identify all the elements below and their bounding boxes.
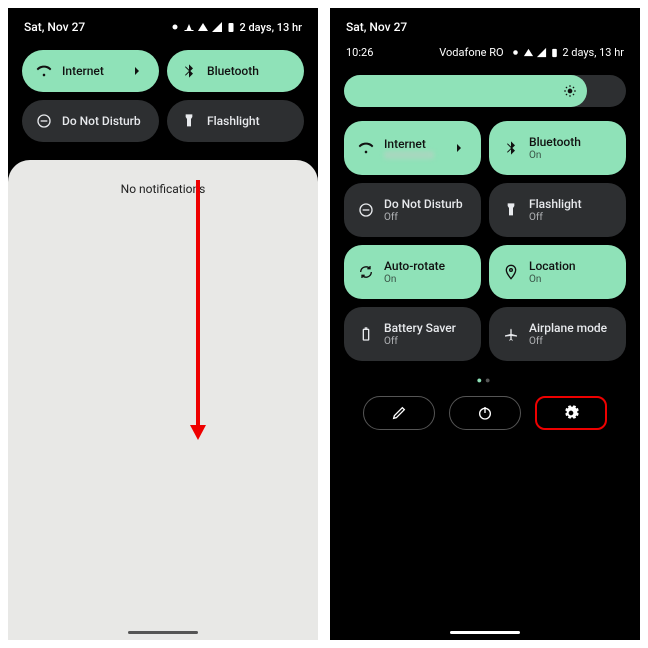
tile-sub: Off [529, 336, 607, 347]
tile-label: Internet [62, 64, 104, 78]
tile-label: Do Not Disturb [62, 114, 141, 128]
tile-flashlight[interactable]: FlashlightOff [489, 183, 626, 237]
status-time: 10:26 [346, 46, 373, 59]
tile-sub: On [384, 274, 445, 285]
tile-dnd[interactable]: Do Not DisturbOff [344, 183, 481, 237]
tile-sub: Off [384, 336, 456, 347]
tile-bluetooth[interactable]: BluetoothOn [489, 121, 626, 175]
ssid-blurred [384, 151, 434, 159]
dnd-icon [36, 113, 52, 129]
tile-label: Internet [384, 137, 434, 151]
power-icon [477, 405, 493, 421]
tile-label: Flashlight [529, 197, 582, 211]
tile-label: Auto-rotate [384, 259, 445, 273]
tile-autorotate[interactable]: Auto-rotateOn [344, 245, 481, 299]
pencil-icon [391, 405, 407, 421]
bottom-action-row [330, 390, 640, 444]
location-icon [503, 264, 519, 280]
airplane-icon [503, 326, 519, 342]
tile-sub: On [529, 274, 576, 285]
status-bar: Sat, Nov 27 [330, 8, 640, 40]
chevron-right-icon [451, 140, 467, 156]
status-icons: 2 days, 13 hr [169, 21, 302, 34]
status-date: Sat, Nov 27 [346, 20, 407, 34]
tile-sub: On [529, 150, 581, 161]
tile-label: Battery Saver [384, 321, 456, 335]
tile-label: Flashlight [207, 114, 260, 128]
status-bar: Sat, Nov 27 2 days, 13 hr [8, 8, 318, 40]
tile-battery-saver[interactable]: Battery SaverOff [344, 307, 481, 361]
tile-dnd[interactable]: Do Not Disturb [22, 100, 159, 142]
quick-settings-tiles: Internet Bluetooth Do Not Disturb Flashl… [8, 40, 318, 152]
wifi-icon [358, 140, 374, 156]
phone-expanded-qs: Sat, Nov 27 10:26 Vodafone RO 2 days, 13… [330, 8, 640, 640]
flashlight-icon [181, 113, 197, 129]
bluetooth-icon [181, 63, 197, 79]
battery-icon [358, 326, 374, 342]
tile-airplane[interactable]: Airplane modeOff [489, 307, 626, 361]
wifi-icon [36, 63, 52, 79]
tile-flashlight[interactable]: Flashlight [167, 100, 304, 142]
tile-bluetooth[interactable]: Bluetooth [167, 50, 304, 92]
tile-sub: Off [384, 212, 463, 223]
battery-text: 2 days, 13 hr [239, 21, 302, 34]
dnd-icon [358, 202, 374, 218]
tile-label: Location [529, 259, 576, 273]
chevron-right-icon [129, 63, 145, 79]
time-carrier-row: 10:26 Vodafone RO 2 days, 13 hr [330, 40, 640, 65]
notification-shade[interactable]: No notifications [8, 160, 318, 640]
status-date: Sat, Nov 27 [24, 20, 85, 34]
edit-tiles-button[interactable] [363, 396, 435, 430]
rotate-icon [358, 264, 374, 280]
settings-button[interactable] [535, 396, 607, 430]
battery-text: 2 days, 13 hr [562, 46, 624, 59]
home-indicator[interactable] [450, 631, 520, 634]
tile-internet[interactable]: Internet [22, 50, 159, 92]
flashlight-icon [503, 202, 519, 218]
tile-internet[interactable]: Internet [344, 121, 481, 175]
annotation-arrow-down [188, 180, 208, 440]
page-indicator: ●● [330, 371, 640, 390]
tile-label: Bluetooth [529, 135, 581, 149]
status-right: Vodafone RO 2 days, 13 hr [439, 46, 624, 59]
tile-label: Bluetooth [207, 64, 259, 78]
quick-settings-tiles-expanded: Internet BluetoothOn Do Not DisturbOff F… [330, 111, 640, 371]
phone-collapsed-qs: Sat, Nov 27 2 days, 13 hr Internet Bluet… [8, 8, 318, 640]
gear-icon [563, 405, 579, 421]
power-button[interactable] [449, 396, 521, 430]
tile-location[interactable]: LocationOn [489, 245, 626, 299]
tile-label: Do Not Disturb [384, 197, 463, 211]
brightness-fill [344, 75, 587, 107]
tile-label: Airplane mode [529, 321, 607, 335]
brightness-slider[interactable] [344, 75, 626, 107]
carrier-text: Vodafone RO [439, 46, 503, 59]
brightness-icon [563, 84, 577, 98]
bluetooth-icon [503, 140, 519, 156]
home-indicator[interactable] [128, 631, 198, 634]
tile-sub: Off [529, 212, 582, 223]
